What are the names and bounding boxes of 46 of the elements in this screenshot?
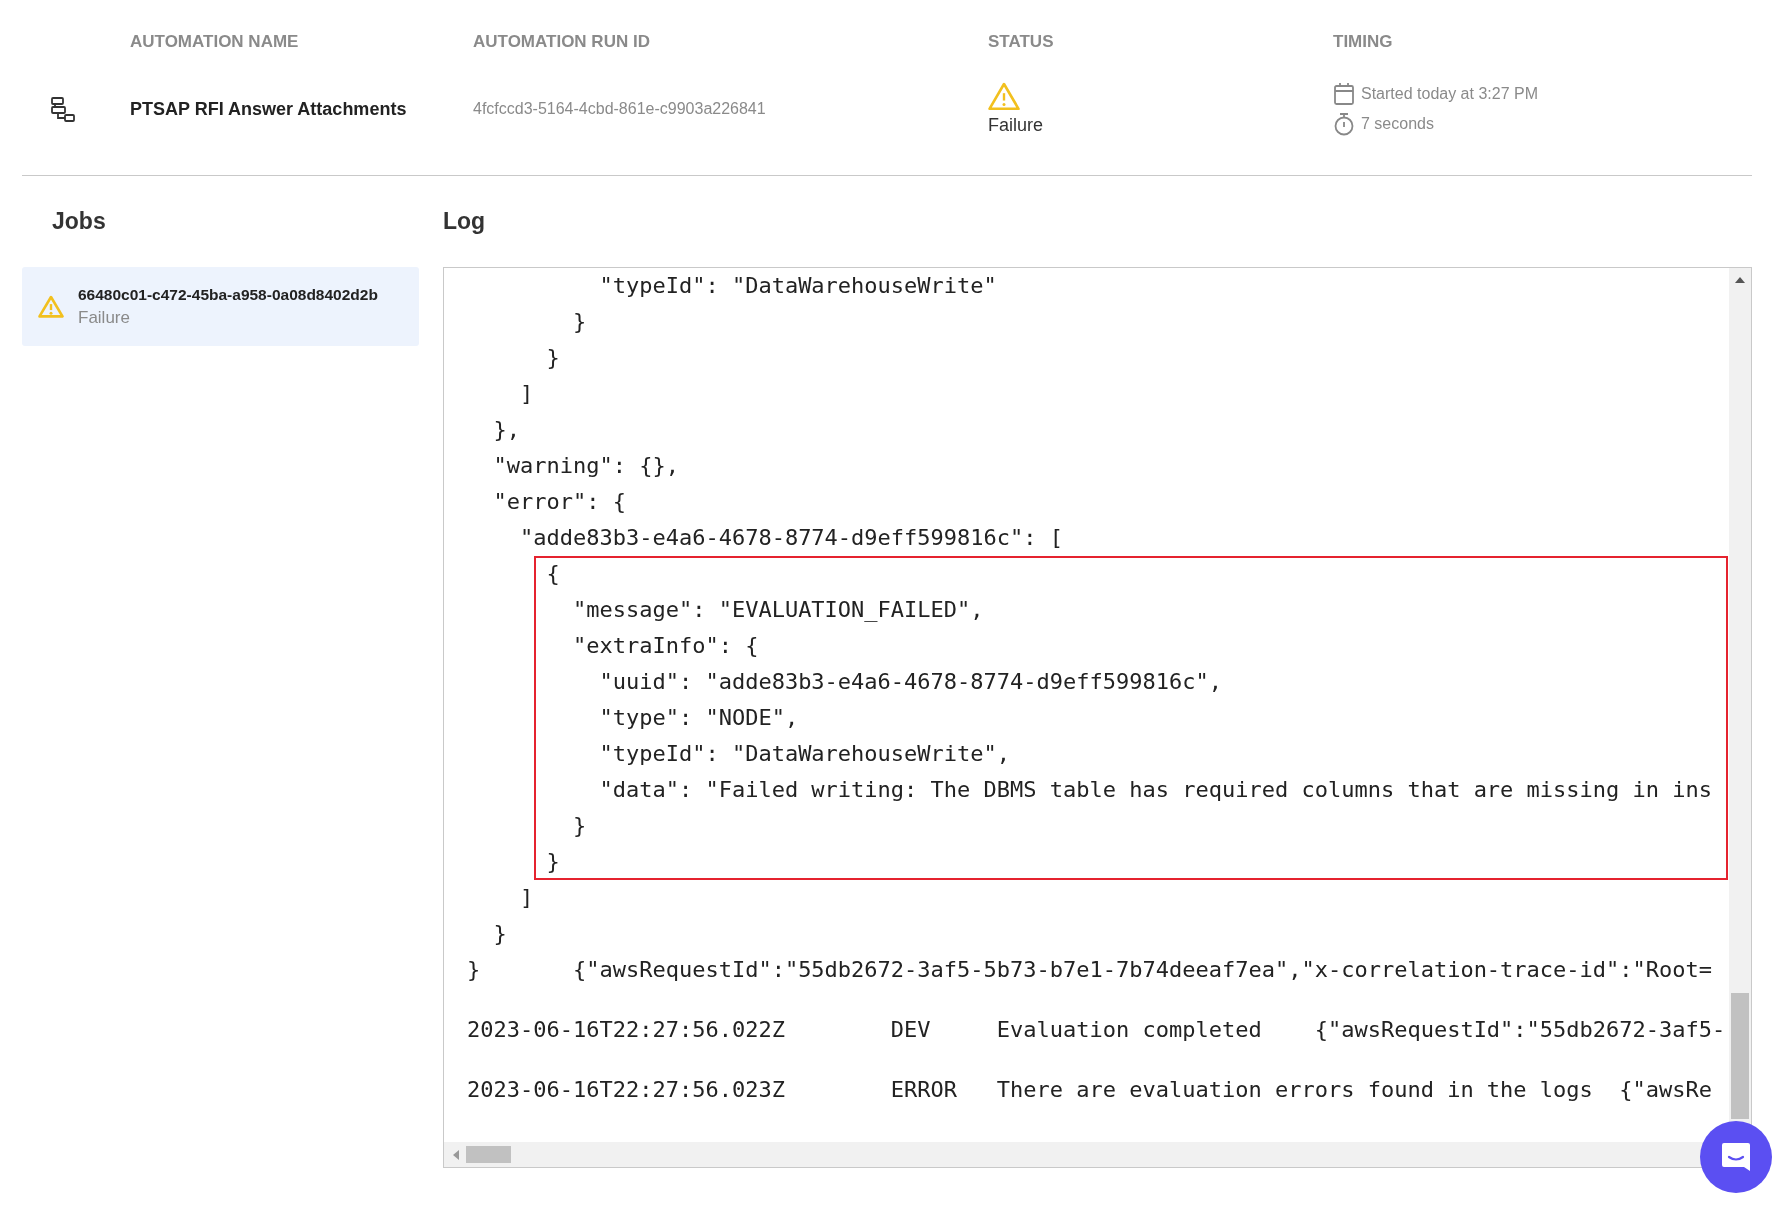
log-line: "typeId": "DataWarehouseWrite", (598, 740, 1012, 768)
job-item[interactable]: 66480c01-c472-45ba-a958-0a08d8402d2b Failure (22, 267, 419, 346)
column-header: AUTOMATION NAME (130, 32, 300, 52)
log-line: }, (492, 416, 521, 444)
log-line: { (545, 560, 561, 588)
log-line: ] (518, 884, 535, 912)
log-line: 2023-06-16T22:27:56.022Z DEV Evaluation completed {"awsRequestId":"55db2672-3af5- (467, 1016, 1727, 1044)
warning-icon (988, 82, 1020, 111)
scroll-up-icon (1734, 276, 1746, 284)
calendar-icon (1333, 82, 1355, 106)
section-title: Jobs (51, 207, 107, 236)
log-line: } (545, 848, 561, 876)
warning-icon (38, 295, 64, 318)
scroll-thumb[interactable] (1731, 993, 1749, 1119)
column-header: STATUS (988, 32, 1055, 52)
log-line: } (545, 344, 561, 372)
log-line: "type": "NODE", (598, 704, 800, 732)
flow-icon (50, 96, 76, 122)
chat-icon (1719, 1140, 1753, 1174)
job-status: Failure (78, 307, 131, 328)
duration: 7 seconds (1361, 115, 1434, 133)
column-header: AUTOMATION RUN ID (473, 32, 651, 52)
log-line: } (571, 308, 588, 336)
column-header: TIMING (1333, 32, 1394, 52)
run-id: 4fcfccd3-5164-4cbd-861e-c9903a226841 (473, 100, 767, 118)
log-line: "message": "EVALUATION_FAILED", (571, 596, 985, 624)
log-line: } {"awsRequestId":"55db2672-3af5-5b73-b7e1-7b74deeaf7ea","x-correlation-trace-id":"Root= (467, 956, 1714, 984)
log-line: "warning": {}, (492, 452, 680, 480)
stopwatch-icon (1333, 112, 1355, 136)
log-line: 2023-06-16T22:27:56.023Z ERROR There are evaluation errors found in the logs {"awsRe (467, 1076, 1714, 1104)
status-label: Failure (988, 115, 1044, 136)
section-title: Log (443, 207, 487, 236)
automation-name: PTSAP RFI Answer Attachments (130, 98, 408, 120)
log-line: "data": "Failed writing: The DBMS table has required columns that are missing in ins (598, 776, 1714, 804)
log-line: "typeId": "DataWarehouseWrite" (598, 272, 998, 300)
log-line: "extraInfo": { (571, 632, 760, 660)
scroll-left-icon (452, 1148, 460, 1161)
start-time: Started today at 3:27 PM (1361, 85, 1538, 103)
log-line: "uuid": "adde83b3-e4a6-4678-8774-d9eff599816c", (598, 668, 1223, 696)
log-line: "error": { (492, 488, 627, 516)
log-line: "adde83b3-e4a6-4678-8774-d9eff599816c": [ (518, 524, 1065, 552)
job-id: 66480c01-c472-45ba-a958-0a08d8402d2b (78, 285, 378, 304)
scroll-thumb[interactable] (466, 1146, 511, 1163)
log-line: } (571, 812, 588, 840)
log-line: } (492, 920, 508, 948)
log-line: ] (518, 380, 535, 408)
